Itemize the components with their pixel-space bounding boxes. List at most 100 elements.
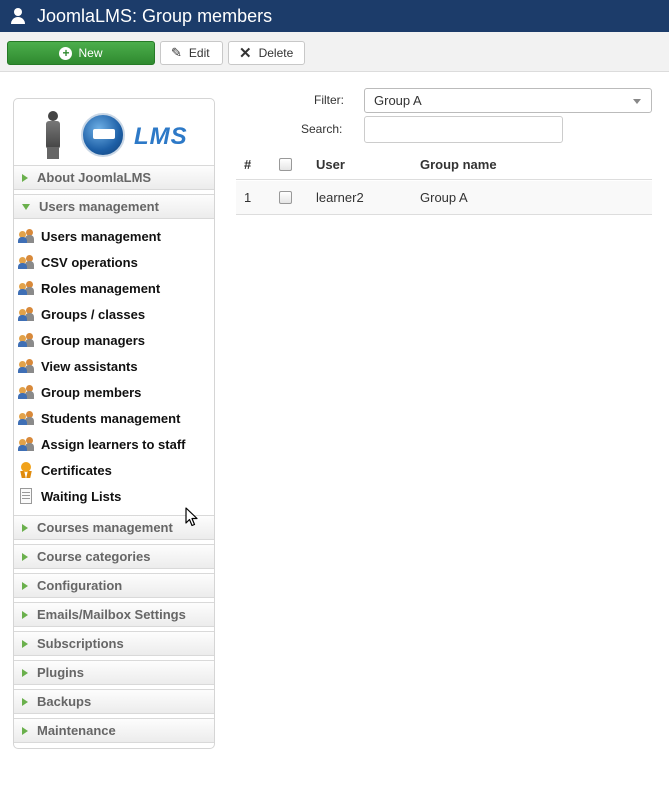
user-icon (9, 7, 27, 25)
chevron-right-icon (22, 552, 28, 561)
sidebar-item-label: CSV operations (41, 254, 138, 270)
mouse-cursor-icon (185, 507, 198, 527)
group-filter-value: Group A (374, 93, 422, 108)
row-number: 1 (244, 190, 252, 205)
sidebar-item-view-assistants[interactable]: View assistants (14, 353, 214, 379)
sidebar-item-group-members[interactable]: Group members (14, 379, 214, 405)
search-label: Search: (301, 122, 343, 136)
page-title: JoomlaLMS: Group members (37, 5, 273, 26)
sidebar-group-configuration[interactable]: Configuration (14, 573, 214, 598)
column-header-number: # (244, 157, 252, 172)
delete-button-label: Delete (258, 46, 294, 60)
sidebar-group-label: Users management (39, 199, 159, 214)
chevron-right-icon (22, 581, 28, 590)
column-header-user[interactable]: User (316, 150, 345, 179)
chevron-right-icon (22, 610, 28, 619)
plus-circle-icon: + (59, 46, 73, 60)
sidebar-item-label: Groups / classes (41, 306, 146, 322)
sidebar-group-label: Configuration (37, 578, 123, 593)
sidebar-group-emails-mailbox[interactable]: Emails/Mailbox Settings (14, 602, 214, 627)
users-icon (18, 254, 34, 270)
chevron-right-icon (22, 668, 28, 677)
sidebar-group-label: Emails/Mailbox Settings (37, 607, 186, 622)
sidebar-item-label: Group managers (41, 332, 146, 348)
row-user: learner2 (316, 190, 364, 205)
sidebar-group-plugins[interactable]: Plugins (14, 660, 214, 685)
sidebar-group-label: About JoomlaLMS (37, 170, 152, 185)
row-checkbox-cell (279, 181, 292, 214)
certificate-icon (18, 462, 34, 478)
table-row: 1 learner2 Group A (236, 181, 652, 215)
sidebar-item-assign-learners[interactable]: Assign learners to staff (14, 431, 214, 457)
teacher-figure-icon (42, 109, 64, 159)
users-icon (18, 280, 34, 296)
sidebar-group-backups[interactable]: Backups (14, 689, 214, 714)
filter-label: Filter: (314, 93, 344, 107)
sidebar-group-courses-management[interactable]: Courses management (14, 515, 214, 540)
sidebar-item-users-management[interactable]: Users management (14, 223, 214, 249)
sidebar-item-label: Assign learners to staff (41, 436, 186, 452)
select-all-checkbox[interactable] (279, 158, 292, 171)
group-filter-select[interactable]: Group A (364, 88, 652, 113)
table-header: # User Group name (236, 150, 652, 180)
row-checkbox[interactable] (279, 191, 292, 204)
sidebar-item-label: Waiting Lists (41, 488, 122, 504)
sidebar-item-label: Group members (41, 384, 142, 400)
chevron-right-icon (22, 726, 28, 735)
users-icon (18, 410, 34, 426)
edit-icon: ✎ (171, 45, 182, 60)
sidebar-group-subscriptions[interactable]: Subscriptions (14, 631, 214, 656)
edit-button[interactable]: ✎ Edit (160, 41, 223, 65)
sidebar: LMS About JoomlaLMS Users management Use… (13, 98, 215, 749)
sidebar-item-group-managers[interactable]: Group managers (14, 327, 214, 353)
delete-button[interactable]: ✕ Delete (228, 41, 305, 65)
header-bar: JoomlaLMS: Group members (0, 0, 669, 32)
sidebar-item-label: Roles management (41, 280, 161, 296)
sidebar-group-label: Course categories (37, 549, 151, 564)
sidebar-item-csv-operations[interactable]: CSV operations (14, 249, 214, 275)
edit-button-label: Edit (188, 46, 210, 60)
document-icon (18, 488, 34, 504)
row-group-name: Group A (420, 190, 468, 205)
logo-text: LMS (134, 123, 188, 150)
joomlalms-logo: LMS (14, 99, 214, 165)
sidebar-item-label: Students management (41, 410, 181, 426)
column-header-group-name[interactable]: Group name (420, 150, 497, 179)
sidebar-group-label: Maintenance (37, 723, 116, 738)
users-icon (18, 384, 34, 400)
users-management-submenu: Users management CSV operations Roles ma… (14, 223, 214, 515)
chevron-right-icon (22, 173, 28, 182)
select-all-checkbox-cell (279, 150, 292, 179)
sidebar-item-label: View assistants (41, 358, 138, 374)
graduation-cap-icon (81, 113, 125, 157)
users-icon (18, 332, 34, 348)
sidebar-group-label: Courses management (37, 520, 173, 535)
new-button-label: New (78, 46, 103, 60)
users-icon (18, 228, 34, 244)
users-icon (18, 358, 34, 374)
sidebar-group-about[interactable]: About JoomlaLMS (14, 165, 214, 190)
sidebar-item-students-management[interactable]: Students management (14, 405, 214, 431)
sidebar-item-groups-classes[interactable]: Groups / classes (14, 301, 214, 327)
chevron-right-icon (22, 523, 28, 532)
chevron-right-icon (22, 639, 28, 648)
sidebar-group-label: Backups (37, 694, 92, 709)
sidebar-item-label: Certificates (41, 462, 112, 478)
sidebar-group-course-categories[interactable]: Course categories (14, 544, 214, 569)
sidebar-group-label: Subscriptions (37, 636, 124, 651)
sidebar-item-waiting-lists[interactable]: Waiting Lists (14, 483, 214, 509)
users-icon (18, 436, 34, 452)
chevron-right-icon (22, 697, 28, 706)
chevron-down-icon (22, 203, 30, 210)
sidebar-group-users-management[interactable]: Users management (14, 194, 214, 219)
search-input[interactable] (364, 116, 563, 143)
close-icon: ✕ (239, 45, 252, 62)
toolbar: + New ✎ Edit ✕ Delete (0, 32, 669, 72)
sidebar-group-maintenance[interactable]: Maintenance (14, 718, 214, 743)
sidebar-item-certificates[interactable]: Certificates (14, 457, 214, 483)
users-icon (18, 306, 34, 322)
sidebar-item-roles-management[interactable]: Roles management (14, 275, 214, 301)
sidebar-item-label: Users management (41, 228, 161, 244)
sidebar-group-label: Plugins (37, 665, 84, 680)
new-button[interactable]: + New (7, 41, 155, 65)
